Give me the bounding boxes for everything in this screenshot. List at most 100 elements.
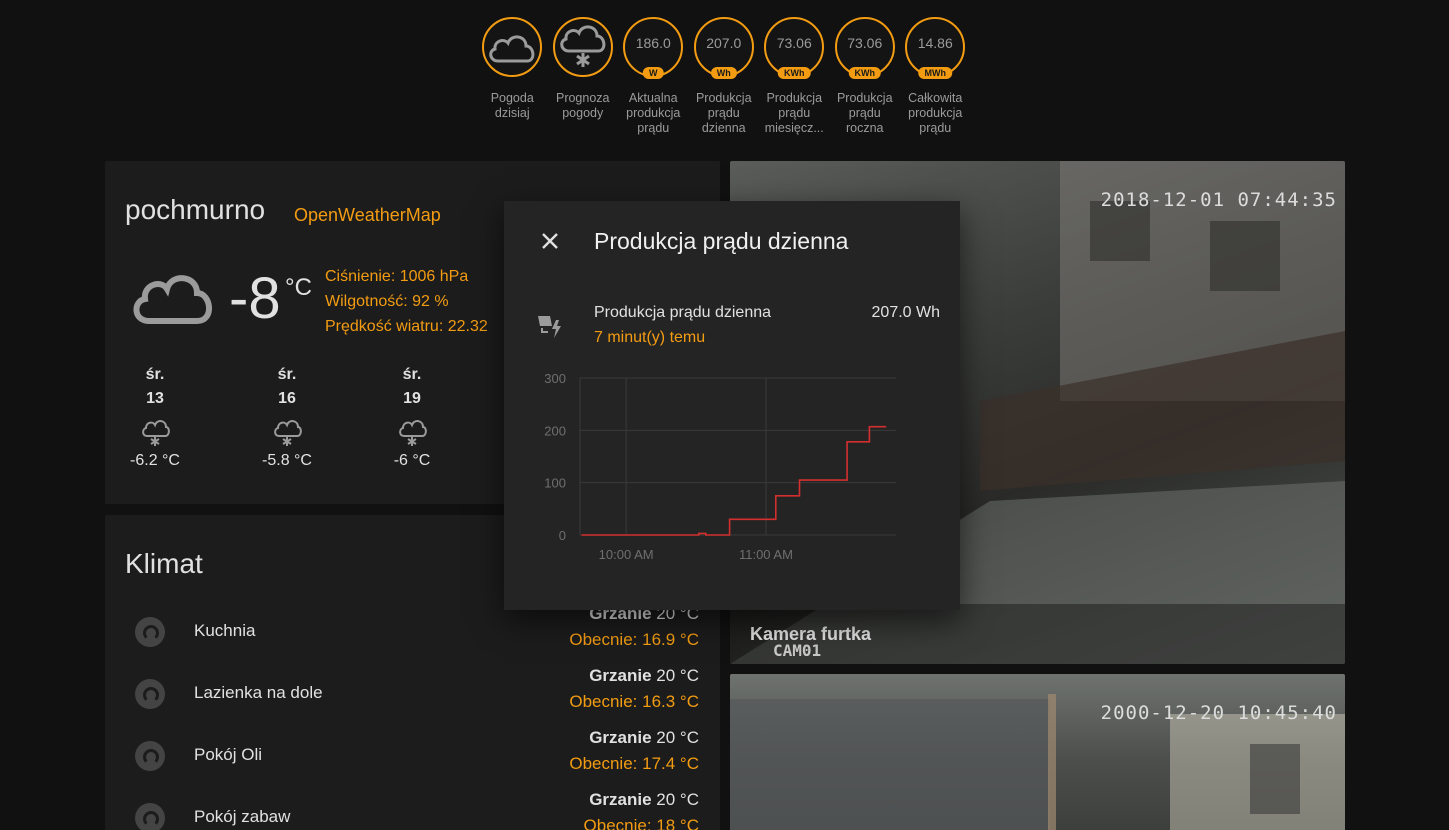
close-icon[interactable] — [537, 228, 563, 254]
badge-label: Prognoza pogody — [555, 91, 610, 120]
badge-bar: Pogoda dzisiaj Prognoza pogody 186.0 W A… — [477, 17, 971, 136]
forecast-temperature: -6.2 °C — [130, 452, 180, 469]
dialog-title: Produkcja prądu dzienna — [594, 228, 849, 254]
cloud-icon — [133, 275, 212, 324]
forecast-date: 19 — [403, 390, 421, 407]
climate-state: Grzanie 20 °C Obecnie: 17.4 °C — [569, 725, 699, 777]
badge-circle: 14.86 MWh — [905, 17, 966, 79]
chart-x-tick-label: 11:00 AM — [739, 547, 793, 562]
forecast-date: 16 — [278, 390, 296, 407]
badge-unit: MWh — [918, 67, 952, 79]
chart-x-tick-label: 10:00 AM — [599, 547, 654, 562]
badge-label: Produkcja prądu miesięcz... — [764, 91, 824, 135]
badge-circle: 73.06 KWh — [764, 17, 825, 79]
history-chart[interactable]: 0 100 200 300 10:00 AM 11:00 AM — [524, 361, 924, 581]
climate-room-name: Pokój zabaw — [194, 807, 291, 826]
forecast-weekday: śr. — [145, 366, 165, 383]
thermostat-icon — [135, 679, 165, 709]
forecast-weekday: śr. — [402, 366, 422, 383]
badge-weather-forecast[interactable]: Prognoza pogody — [548, 17, 619, 136]
badge-label: Całkowita produkcja prądu — [908, 91, 963, 135]
badge-circle — [482, 17, 543, 77]
climate-mode: Grzanie — [589, 666, 652, 685]
climate-target: 20 °C — [656, 666, 699, 685]
chart-y-tick-label: 200 — [544, 423, 566, 438]
climate-title: Klimat — [125, 548, 203, 579]
climate-current: Obecnie: 18 °C — [583, 816, 699, 830]
badge-value: 186.0 — [635, 35, 671, 51]
camera-overlay-label: CAM01 — [773, 641, 822, 660]
climate-row[interactable]: Lazienka na dole Grzanie 20 °C Obecnie: … — [105, 661, 720, 723]
chart-y-tick-label: 300 — [544, 371, 566, 386]
badge-value: 73.06 — [847, 35, 883, 51]
badge-value: 14.86 — [917, 35, 953, 51]
badge-current-production[interactable]: 186.0 W Aktualna produkcja prądu — [618, 17, 689, 136]
badge-weather-today[interactable]: Pogoda dzisiaj — [477, 17, 548, 136]
climate-current: Obecnie: 17.4 °C — [569, 754, 699, 773]
badge-circle: 207.0 Wh — [693, 17, 754, 79]
weather-attribution: OpenWeatherMap — [294, 205, 441, 225]
climate-row[interactable]: Pokój Oli Grzanie 20 °C Obecnie: 17.4 °C — [105, 723, 720, 785]
badge-unit: W — [643, 67, 664, 79]
climate-state: Grzanie 20 °C Obecnie: 18 °C — [584, 787, 699, 830]
camera-timestamp: 2000-12-20 10:45:40 — [1100, 702, 1337, 724]
climate-room-name: Lazienka na dole — [194, 683, 323, 702]
solar-power-icon — [538, 316, 561, 338]
badge-circle: 73.06 KWh — [834, 17, 895, 79]
climate-current: Obecnie: 16.3 °C — [569, 692, 699, 711]
badge-label: Pogoda dzisiaj — [490, 91, 534, 120]
badge-label: Produkcja prądu roczna — [836, 91, 893, 135]
badge-label: Aktualna produkcja prądu — [626, 91, 681, 135]
badge-label: Produkcja prądu dzienna — [695, 91, 752, 135]
camera-image — [730, 694, 1345, 830]
badge-daily-production[interactable]: 207.0 Wh Produkcja prądu dzienna — [689, 17, 760, 136]
camera-second[interactable]: 2000-12-20 10:45:40 — [730, 674, 1345, 830]
badge-unit: Wh — [710, 67, 737, 79]
badge-unit: KWh — [848, 67, 881, 79]
snow-icon — [247, 418, 327, 448]
forecast-date: 13 — [146, 390, 164, 407]
climate-current: Obecnie: 16.9 °C — [569, 630, 699, 649]
climate-room-name: Pokój Oli — [194, 745, 263, 764]
chart-y-tick-label: 100 — [544, 476, 566, 491]
weather-wind: Prędkość wiatru: 22.32 — [325, 318, 488, 335]
cloud-icon — [489, 35, 535, 63]
badge-value: 207.0 — [706, 35, 742, 51]
climate-target: 20 °C — [656, 790, 699, 809]
chart-y-tick-label: 0 — [559, 528, 566, 543]
badge-circle — [552, 17, 613, 77]
forecast-day: śr. 16 -5.8 °C — [247, 366, 327, 470]
weather-humidity: Wilgotność: 92 % — [325, 293, 449, 310]
climate-target: 20 °C — [656, 728, 699, 747]
snow-cloud-icon — [560, 25, 606, 67]
camera-caption: Kamera furtka CAM01 — [730, 604, 1345, 664]
camera-timestamp: 2018-12-01 07:44:35 — [1100, 189, 1337, 211]
weather-temperature: -8 — [229, 266, 281, 331]
weather-details: Ciśnienie: 1006 hPa Wilgotność: 92 % Prę… — [325, 264, 488, 339]
dashboard: Pogoda dzisiaj Prognoza pogody 186.0 W A… — [0, 0, 1449, 830]
entity-last-changed: 7 minut(y) temu — [594, 329, 706, 346]
badge-circle: 186.0 W — [623, 17, 684, 79]
snow-icon — [372, 418, 452, 448]
chart-series-line — [581, 425, 887, 536]
forecast-temperature: -6 °C — [393, 452, 431, 469]
forecast-weekday: śr. — [277, 366, 297, 383]
entity-value: 207.0 Wh — [871, 304, 940, 321]
climate-room-name: Kuchnia — [194, 621, 256, 640]
forecast-day: śr. 13 -6.2 °C — [115, 366, 195, 470]
thermostat-icon — [135, 617, 165, 647]
forecast-temperature: -5.8 °C — [262, 452, 312, 469]
weather-condition: pochmurno — [125, 194, 266, 225]
badge-yearly-production[interactable]: 73.06 KWh Produkcja prądu roczna — [830, 17, 901, 136]
weather-temperature-unit: °C — [285, 274, 312, 301]
forecast-day: śr. 19 -6 °C — [372, 366, 452, 470]
weather-pressure: Ciśnienie: 1006 hPa — [325, 268, 469, 285]
thermostat-icon — [135, 803, 165, 830]
badge-monthly-production[interactable]: 73.06 KWh Produkcja prądu miesięcz... — [759, 17, 830, 136]
climate-row[interactable]: Pokój zabaw Grzanie 20 °C Obecnie: 18 °C — [105, 785, 720, 830]
badge-total-production[interactable]: 14.86 MWh Całkowita produkcja prądu — [900, 17, 971, 136]
climate-mode: Grzanie — [589, 728, 652, 747]
thermostat-icon — [135, 741, 165, 771]
badge-unit: KWh — [778, 67, 811, 79]
entity-name: Produkcja prądu dzienna — [594, 304, 772, 321]
